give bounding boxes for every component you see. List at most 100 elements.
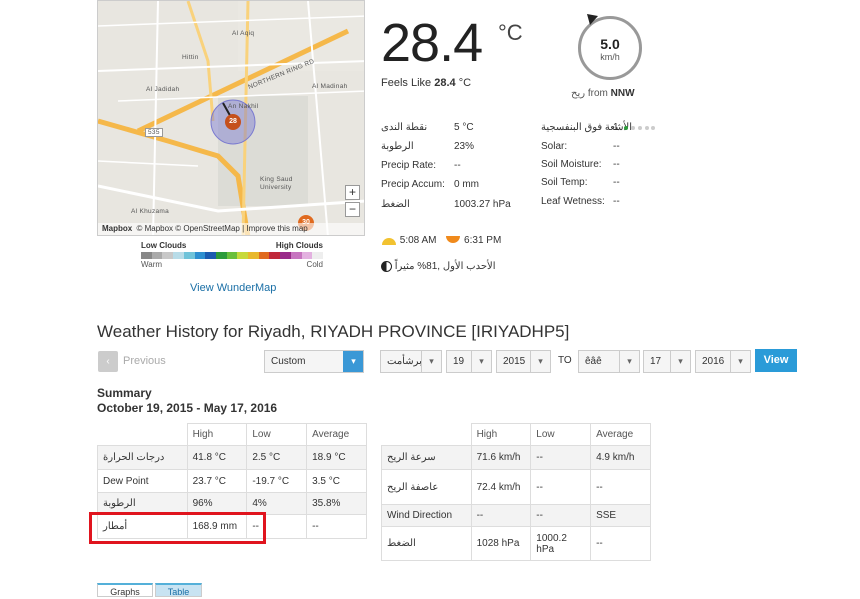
chevron-down-icon: ▾ [421, 351, 441, 372]
table-cell: -19.7 °C [246, 469, 308, 493]
table-header-cell [381, 423, 472, 446]
table-header-cell: High [470, 423, 532, 446]
table-cell: 1000.2 hPa [530, 526, 592, 561]
to-year-select[interactable]: 2016 ▾ [695, 350, 751, 373]
wind-direction: NNW [610, 88, 635, 99]
cloud-color-swatch [141, 252, 152, 259]
table-cell: 4.9 km/h [590, 445, 651, 470]
pressure-value: 1003.27 hPa [454, 199, 511, 210]
mode-select-value: Custom [271, 356, 306, 367]
table-row: درجات الحرارة 41.8 °C 2.5 °C 18.9 °C [97, 445, 367, 470]
table-header-cell [97, 423, 188, 446]
humidity-label: الرطوبة [381, 141, 414, 152]
temperature-unit: °C [498, 20, 523, 45]
table-cell: -- [470, 504, 532, 527]
cloud-color-swatch [205, 252, 216, 259]
chevron-down-icon: ▾ [343, 351, 363, 372]
feels-like: Feels Like 28.4 °C [381, 77, 471, 89]
mapbox-logo: Mapbox [102, 224, 133, 233]
feels-like-unit: °C [458, 77, 472, 89]
table-cell: -- [590, 469, 651, 505]
table-header-cell: Low [530, 423, 592, 446]
feels-like-value: 28.4 [434, 77, 456, 89]
table-cell: -- [530, 469, 592, 505]
cloud-color-swatch [194, 252, 206, 259]
table-row: عاصفة الريح 72.4 km/h -- -- [381, 469, 651, 505]
history-title: Weather History for Riyadh, RIYADH PROVI… [97, 322, 570, 341]
table-cell: 23.7 °C [186, 469, 248, 493]
precip-accum-label: Precip Accum: [381, 179, 445, 190]
to-day-select[interactable]: 17 ▾ [643, 350, 691, 373]
cloud-color-swatch [237, 252, 249, 259]
cloud-color-swatch [258, 252, 270, 259]
summary-dates: October 19, 2015 - May 17, 2016 [97, 401, 278, 415]
chevron-down-icon: ▾ [530, 351, 550, 372]
table-cell: 72.4 km/h [470, 469, 532, 505]
table-cell: 35.8% [306, 492, 367, 515]
cloud-color-swatch [151, 252, 163, 259]
soil-temp-label: Soil Temp: [541, 177, 588, 188]
map-label: King Saud University [260, 176, 293, 191]
feels-like-label: Feels Like [381, 77, 432, 89]
precipitation-highlight-box [89, 512, 266, 544]
summary-title: Summary [97, 386, 152, 400]
weather-map[interactable]: Al Aqiq Hittin Al Jadidah Al Madinah An … [97, 0, 365, 236]
map-label: 535 [145, 128, 163, 137]
summary-table-wind: High Low Average سرعة الريح 71.6 km/h --… [381, 423, 651, 561]
previous-label: Previous [123, 355, 166, 367]
to-day-value: 17 [650, 356, 662, 367]
from-month-select[interactable]: برشأمت ▾ [380, 350, 442, 373]
mode-select[interactable]: Custom ▾ [264, 350, 364, 373]
from-year-select[interactable]: 2015 ▾ [496, 350, 551, 373]
table-cell: -- [306, 514, 367, 539]
to-month-select[interactable]: êâê ▾ [578, 350, 640, 373]
table-header-cell: Average [590, 423, 651, 446]
cloud-color-swatch [312, 252, 323, 259]
to-year-value: 2016 [702, 356, 725, 367]
soil-temp-value: -- [613, 177, 620, 188]
cloud-color-bar [141, 252, 323, 259]
map-label: Hittin [182, 54, 199, 61]
table-cell: 2.5 °C [246, 445, 308, 470]
table-row: Dew Point 23.7 °C -19.7 °C 3.5 °C [97, 469, 367, 493]
cold-label: Cold [306, 260, 323, 269]
sunrise-time: 5:08 AM [399, 235, 437, 246]
table-cell: درجات الحرارة [97, 445, 188, 470]
station-pin[interactable]: 28 [225, 114, 241, 130]
table-cell: سرعة الريح [381, 445, 472, 470]
humidity-value: 23% [454, 141, 475, 152]
dew-point-label: نقطة الندى [381, 122, 428, 133]
low-clouds-label: Low Clouds [141, 241, 187, 250]
zoom-out-button[interactable]: − [345, 202, 360, 217]
attribution-text[interactable]: © Mapbox © OpenStreetMap | Improve this … [136, 224, 307, 233]
conditions-left: نقطة الندى 5 °C الرطوبة 23% Precip Rate:… [381, 122, 541, 222]
table-row: سرعة الريح 71.6 km/h -- 4.9 km/h [381, 445, 651, 470]
warm-label: Warm [141, 260, 163, 269]
cloud-color-swatch [173, 252, 184, 259]
previous-button[interactable]: ‹ Previous [97, 350, 177, 373]
cloud-color-swatch [280, 252, 291, 259]
table-cell: الضغط [381, 526, 472, 561]
table-header-cell: High [186, 423, 248, 446]
table-cell: -- [530, 445, 592, 470]
pressure-label: الضغط [381, 199, 410, 210]
table-row: الضغط 1028 hPa 1000.2 hPa -- [381, 526, 651, 561]
cloud-legend: Low Clouds High Clouds Warm Cold [141, 241, 323, 269]
to-month-value: êâê [585, 356, 602, 367]
wind-speed: 5.0 [600, 36, 620, 52]
from-day-select[interactable]: 19 ▾ [446, 350, 492, 373]
uv-scale-icon [624, 122, 656, 133]
cloud-color-swatch [290, 252, 302, 259]
cloud-color-swatch [301, 252, 313, 259]
table-cell: 71.6 km/h [470, 445, 532, 470]
high-clouds-label: High Clouds [275, 241, 323, 250]
view-wundermap-link[interactable]: View WunderMap [190, 282, 276, 294]
current-temperature: 28.4 [381, 13, 483, 73]
leaf-wetness-label: Leaf Wetness: [541, 196, 605, 207]
soil-moisture-value: -- [613, 159, 620, 170]
table-cell: 41.8 °C [186, 445, 248, 470]
cloud-color-swatch [269, 252, 281, 259]
table-cell: SSE [590, 504, 651, 527]
view-button[interactable]: View [755, 349, 797, 372]
zoom-in-button[interactable]: + [345, 185, 360, 200]
